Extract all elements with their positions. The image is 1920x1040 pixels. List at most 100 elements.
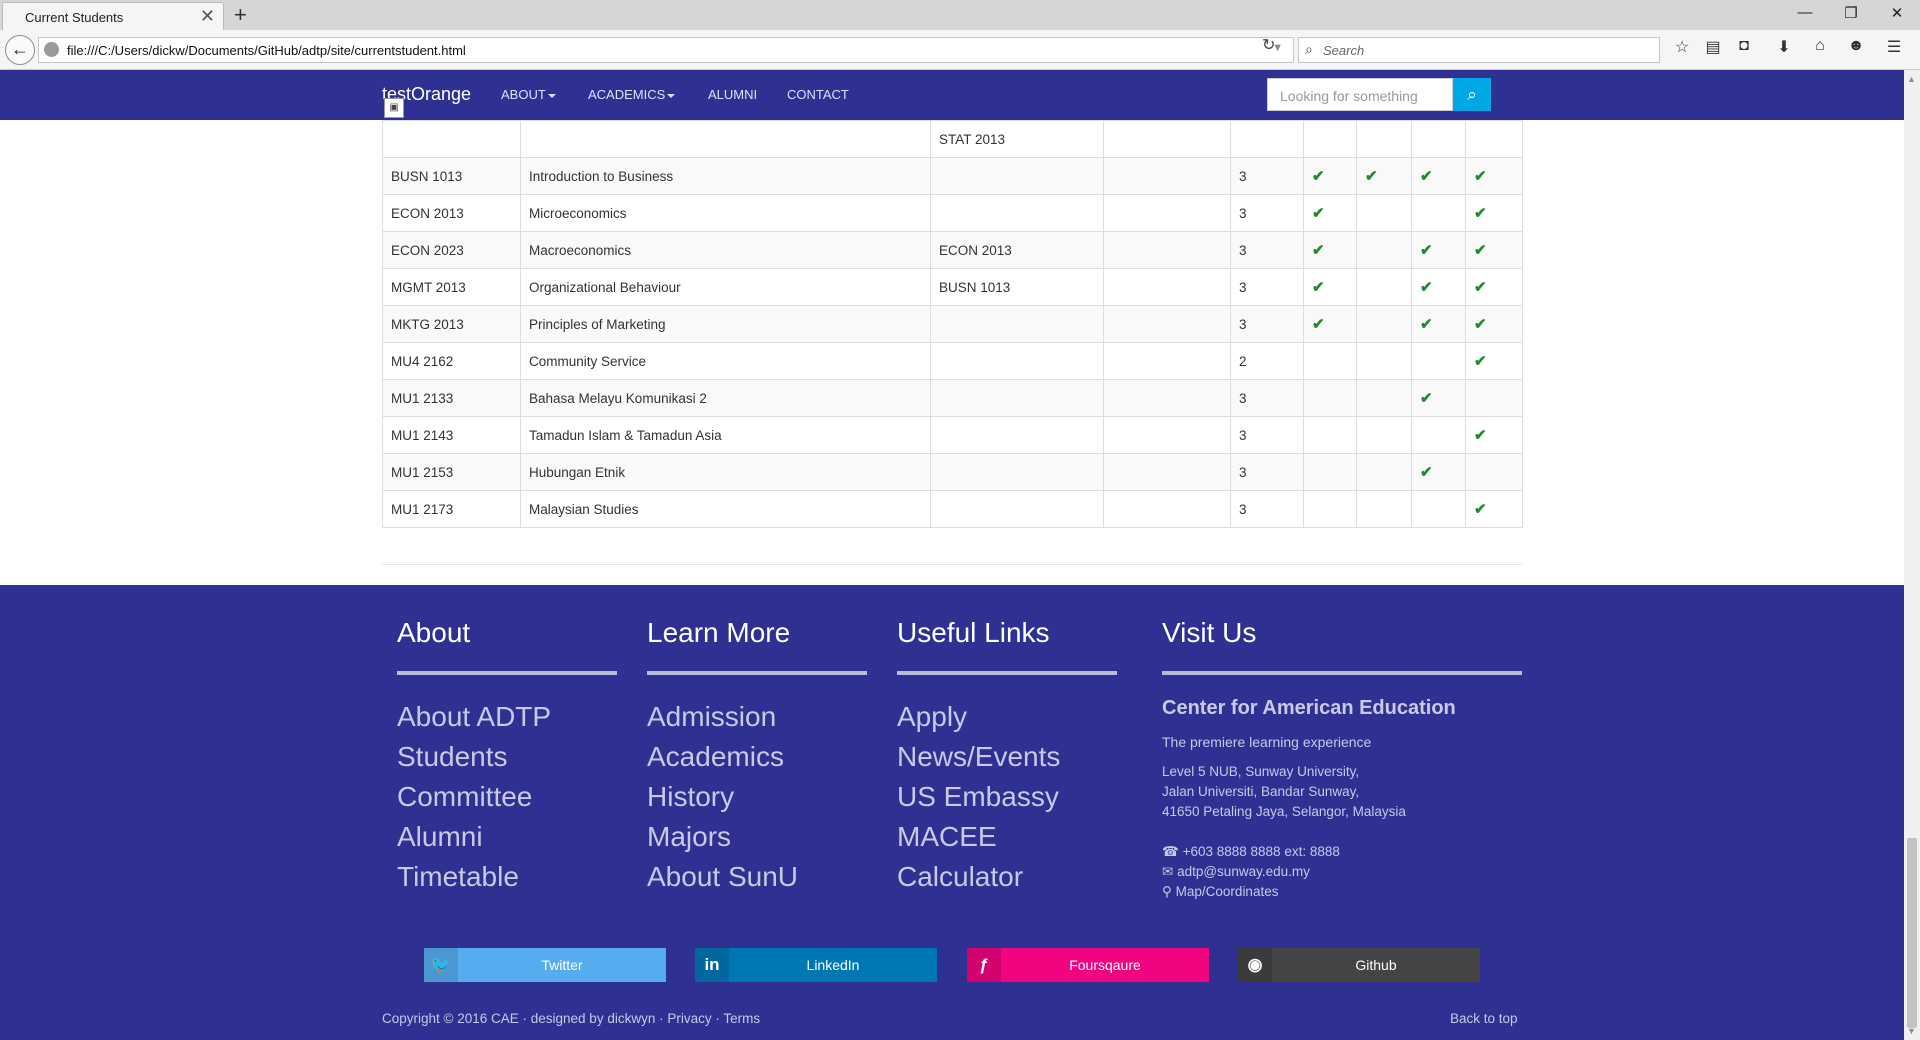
github-icon: ◉ [1238, 948, 1272, 982]
reading-list-icon[interactable]: ▤ [1701, 37, 1725, 61]
footer-link[interactable]: News/Events [897, 737, 1117, 777]
table-cell [1465, 120, 1523, 158]
window-close-icon[interactable]: ✕ [1882, 4, 1912, 22]
nav-about[interactable]: ABOUT [501, 87, 556, 102]
offering-cell [1356, 342, 1412, 380]
twitter-button[interactable]: 🐦 Twitter [424, 948, 666, 982]
checkmark-icon: ✔ [1312, 242, 1325, 259]
page-scrollbar[interactable]: ▲ ▼ [1904, 70, 1920, 1040]
footer-link[interactable]: US Embassy [897, 777, 1117, 817]
map-marker-icon: ⚲ [1162, 884, 1172, 899]
offering-cell [1356, 305, 1412, 343]
url-bar[interactable]: file:///C:/Users/dickw/Documents/GitHub/… [38, 37, 1294, 63]
table-cell [1103, 453, 1231, 491]
site-search-input[interactable]: Looking for something [1267, 78, 1453, 111]
checkmark-icon: ✔ [1420, 242, 1433, 259]
tab-close-icon[interactable]: ✕ [200, 6, 215, 27]
footer-link[interactable]: Majors [647, 817, 867, 857]
footer-heading-bar [397, 671, 617, 675]
footer-link[interactable]: MACEE [897, 817, 1117, 857]
chat-icon[interactable]: ☻ [1844, 37, 1868, 61]
back-arrow-icon[interactable]: ← [5, 35, 35, 65]
downloads-icon[interactable]: ⬇ [1772, 37, 1796, 61]
nav-contact[interactable]: CONTACT [787, 87, 849, 102]
offering-cell: ✔ [1411, 157, 1466, 195]
offering-cell: ✔ [1465, 490, 1523, 528]
footer-link[interactable]: About ADTP [397, 697, 617, 737]
nav-alumni[interactable]: ALUMNI [708, 87, 757, 102]
address-line: Level 5 NUB, Sunway University, [1162, 764, 1360, 779]
table-cell [1103, 490, 1231, 528]
menu-hamburger-icon[interactable]: ☰ [1882, 37, 1906, 61]
course-code-cell: MU4 2162 [382, 342, 521, 380]
social-label: Foursqaure [1069, 957, 1141, 973]
site-footer: About About ADTP Students Committee Alum… [0, 585, 1904, 1040]
scroll-down-icon[interactable]: ▼ [1907, 1026, 1916, 1036]
restore-icon[interactable]: ❐ [1836, 4, 1866, 22]
foursquare-button[interactable]: ƒ Foursqaure [967, 948, 1209, 982]
footer-link[interactable]: About SunU [647, 857, 867, 897]
credits-cell: 3 [1230, 305, 1304, 343]
address-line: Jalan Universiti, Bandar Sunway, [1162, 784, 1360, 799]
footer-link[interactable]: Committee [397, 777, 617, 817]
course-code-cell: BUSN 1013 [382, 157, 521, 195]
course-name-cell: Hubungan Etnik [520, 453, 931, 491]
footer-link[interactable]: Students [397, 737, 617, 777]
checkmark-icon: ✔ [1420, 168, 1433, 185]
scroll-up-icon[interactable]: ▲ [1907, 74, 1916, 84]
table-row: ECON 2023 Macroeconomics ECON 2013 3 ✔ ✔ ✔ [382, 231, 1523, 269]
email-link[interactable]: adtp@sunway.edu.my [1177, 864, 1310, 879]
checkmark-icon: ✔ [1420, 279, 1433, 296]
site-search-placeholder: Looking for something [1280, 88, 1418, 104]
table-cell [1103, 379, 1231, 417]
footer-link[interactable]: Calculator [897, 857, 1117, 897]
browser-tab[interactable]: Current Students ✕ [2, 2, 224, 30]
reload-icon[interactable]: ↻ [1262, 35, 1275, 55]
url-text: file:///C:/Users/dickw/Documents/GitHub/… [67, 43, 466, 58]
footer-link[interactable]: Apply [897, 697, 1117, 737]
offering-cell: ✔ [1303, 194, 1357, 232]
footer-link[interactable]: History [647, 777, 867, 817]
offering-cell: ✔ [1465, 305, 1523, 343]
table-cell [1103, 120, 1231, 158]
site-search-button[interactable]: ⌕ [1453, 78, 1491, 111]
home-icon[interactable]: ⌂ [1808, 37, 1832, 61]
browser-search-input[interactable]: ⌕ Search [1298, 37, 1660, 63]
course-name-cell: Organizational Behaviour [520, 268, 931, 306]
pocket-icon[interactable]: ◘ [1732, 37, 1756, 61]
checkmark-icon: ✔ [1312, 168, 1325, 185]
globe-icon [44, 42, 59, 57]
footer-link[interactable]: Timetable [397, 857, 617, 897]
course-code-cell: ECON 2023 [382, 231, 521, 269]
minimize-icon[interactable]: — [1790, 4, 1820, 21]
table-cell [382, 120, 521, 158]
checkmark-icon: ✔ [1420, 390, 1433, 407]
offering-cell [1411, 490, 1466, 528]
prereq-cell: STAT 2013 [930, 120, 1104, 158]
table-cell [1303, 120, 1357, 158]
browser-toolbar: ← file:///C:/Users/dickw/Documents/GitHu… [0, 30, 1920, 70]
linkedin-button[interactable]: in LinkedIn [695, 948, 937, 982]
course-name-cell: Introduction to Business [520, 157, 931, 195]
table-cell [1103, 342, 1231, 380]
envelope-icon: ✉ [1162, 864, 1174, 879]
nav-academics[interactable]: ACADEMICS [588, 87, 676, 102]
back-to-top-link[interactable]: Back to top [1450, 1011, 1518, 1026]
footer-link[interactable]: Academics [647, 737, 867, 777]
bookmark-star-icon[interactable]: ☆ [1670, 37, 1694, 61]
checkmark-icon: ✔ [1474, 316, 1487, 333]
github-button[interactable]: ◉ Github [1238, 948, 1480, 982]
course-name-cell: Tamadun Islam & Tamadun Asia [520, 416, 931, 454]
course-code-cell: MU1 2173 [382, 490, 521, 528]
prereq-cell [930, 342, 1104, 380]
map-link[interactable]: Map/Coordinates [1176, 884, 1279, 899]
footer-link[interactable]: Alumni [397, 817, 617, 857]
prereq-cell [930, 416, 1104, 454]
course-name-cell: Macroeconomics [520, 231, 931, 269]
footer-link[interactable]: Admission [647, 697, 867, 737]
course-code-cell: ECON 2013 [382, 194, 521, 232]
scroll-thumb[interactable] [1907, 838, 1917, 1028]
new-tab-icon[interactable]: + [234, 2, 247, 28]
credits-cell: 3 [1230, 194, 1304, 232]
offering-cell: ✔ [1411, 268, 1466, 306]
